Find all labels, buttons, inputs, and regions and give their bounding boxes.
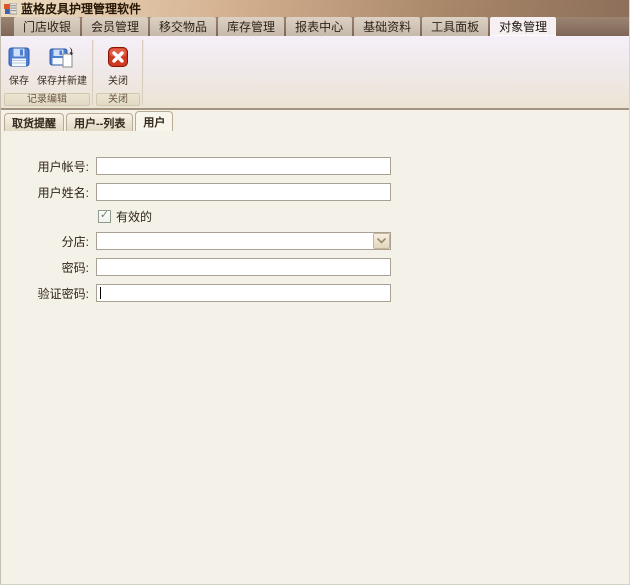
form-row-branch: 分店: [1,232,629,250]
form-row-name: 用户姓名: [1,183,629,201]
ribbon-group-separator [92,40,94,105]
close-button-label: 关闭 [108,72,128,87]
verify-password-label: 验证密码: [1,285,89,302]
save-button-label: 保存 [9,72,29,87]
save-button[interactable]: 保存 [4,39,34,90]
ribbon-group-record-edit: 保存 保存并新建 记录编辑 [3,38,91,108]
verify-password-wrap [96,284,391,302]
tab-basic-data[interactable]: 基础资料 [354,17,420,36]
user-name-label: 用户姓名: [1,184,89,201]
form-row-verify-password: 验证密码: [1,284,629,302]
verify-password-input[interactable] [96,284,391,302]
tab-object-management[interactable]: 对象管理 [490,17,556,36]
subtab-user[interactable]: 用户 [135,111,173,131]
form-row-account: 用户帐号: [1,157,629,175]
window-title: 蓝格皮具护理管理软件 [21,3,141,15]
ribbon-group-label-record-edit: 记录编辑 [4,93,90,106]
ribbon-group-separator [142,40,144,105]
app-icon [4,3,17,15]
save-new-icon [49,45,76,69]
tab-inventory-management[interactable]: 库存管理 [218,17,284,36]
branch-combobox [96,232,391,250]
branch-label: 分店: [1,233,89,250]
tab-tool-panel[interactable]: 工具面板 [422,17,488,36]
save-and-new-button[interactable]: 保存并新建 [34,39,90,90]
text-caret [100,287,101,299]
main-tab-strip: 门店收银 会员管理 移交物品 库存管理 报表中心 基础资料 工具面板 对象管理 [1,17,629,36]
branch-combo-input[interactable] [96,232,391,250]
save-icon [7,45,31,69]
tab-report-center[interactable]: 报表中心 [286,17,352,36]
valid-checkbox-label: 有效的 [116,208,152,225]
form-row-password: 密码: [1,258,629,276]
password-input[interactable] [96,258,391,276]
user-name-input[interactable] [96,183,391,201]
close-button[interactable]: 关闭 [104,39,132,90]
user-form-panel: 用户帐号: 用户姓名: 有效的 分店: 密码: [1,131,629,584]
tab-strip-separator [549,19,550,36]
app-window: 蓝格皮具护理管理软件 门店收银 会员管理 移交物品 库存管理 报表中心 基础资料… [0,0,630,585]
user-account-label: 用户帐号: [1,158,89,175]
subtab-user-list[interactable]: 用户--列表 [66,113,133,131]
subtab-pickup-reminder[interactable]: 取货提醒 [4,113,64,131]
form-row-valid: 有效的 [98,209,629,224]
ribbon-toolbar: 保存 保存并新建 记录编辑 [1,36,629,110]
save-and-new-button-label: 保存并新建 [37,72,87,87]
chevron-down-icon [377,238,386,244]
close-icon [107,45,129,69]
branch-dropdown-button[interactable] [373,233,390,249]
ribbon-group-label-close: 关闭 [96,93,140,106]
valid-checkbox[interactable] [98,210,111,223]
password-label: 密码: [1,259,89,276]
ribbon-group-buttons: 关闭 [95,38,141,93]
title-bar: 蓝格皮具护理管理软件 [1,0,629,17]
ribbon-group-close: 关闭 关闭 [95,38,141,108]
ribbon-group-buttons: 保存 保存并新建 [3,38,91,93]
tab-store-cashier[interactable]: 门店收银 [14,17,80,36]
document-tab-strip: 取货提醒 用户--列表 用户 [1,110,629,131]
user-account-input[interactable] [96,157,391,175]
tab-member-management[interactable]: 会员管理 [82,17,148,36]
tab-transfer-items[interactable]: 移交物品 [150,17,216,36]
